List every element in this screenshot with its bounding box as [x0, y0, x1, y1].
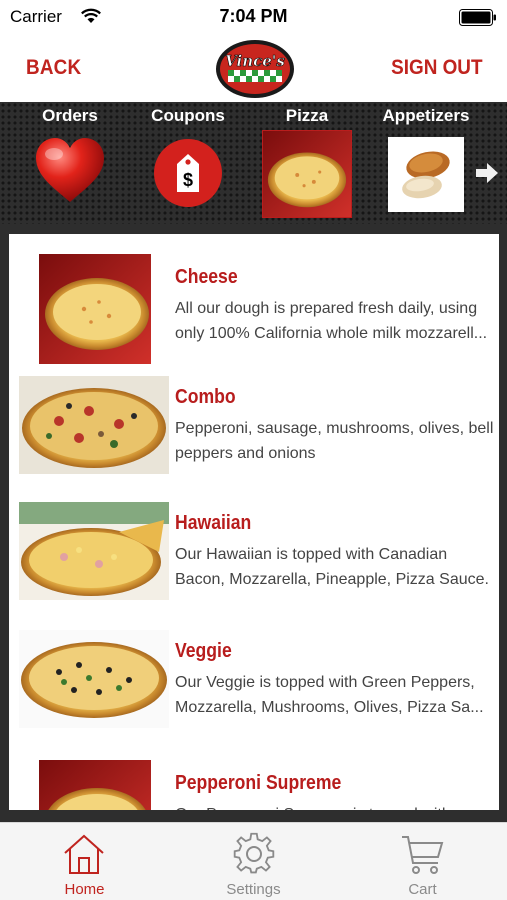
- cheese-pizza-image: [39, 254, 151, 364]
- menu-item-cheese[interactable]: Cheese All our dough is prepared fresh d…: [9, 242, 499, 364]
- menu-item-pepperoni-supreme[interactable]: Pepperoni Supreme Our Pepperoni Supreme …: [9, 750, 499, 810]
- appetizer-image: [388, 137, 464, 212]
- tab-cart[interactable]: Cart: [338, 823, 507, 900]
- pizza-image: [262, 130, 352, 218]
- status-bar: Carrier 7:04 PM: [0, 0, 507, 36]
- menu-item-veggie[interactable]: Veggie Our Veggie is topped with Green P…: [9, 622, 499, 742]
- clock: 7:04 PM: [219, 6, 288, 26]
- tab-home[interactable]: Home: [0, 823, 169, 900]
- combo-pizza-image: [19, 376, 169, 474]
- hawaiian-pizza-image: [19, 502, 169, 600]
- category-pizza[interactable]: Pizza: [257, 102, 357, 224]
- back-button[interactable]: BACK: [26, 56, 81, 80]
- menu-item-description: All our dough is prepared fresh daily, u…: [175, 300, 488, 342]
- menu-item-description: Our Hawaiian is topped with Canadian Bac…: [175, 546, 489, 588]
- home-icon: [64, 834, 104, 874]
- category-strip: Orders Coupons $ Pizza Appetizers: [0, 102, 507, 224]
- pepperoni-supreme-pizza-image: [39, 760, 151, 810]
- header: BACK Vince's SIGN OUT: [0, 36, 507, 102]
- tab-settings[interactable]: Settings: [169, 823, 338, 900]
- category-label: Orders: [42, 106, 98, 125]
- cart-icon: [402, 836, 444, 874]
- menu-list: Cheese All our dough is prepared fresh d…: [9, 234, 499, 810]
- menu-item-description: Our Pepperoni Supreme is topped with: [175, 802, 497, 810]
- category-label: Coupons: [151, 106, 225, 125]
- category-coupons[interactable]: Coupons $: [138, 102, 238, 224]
- price-tag-icon: $: [154, 139, 222, 207]
- menu-item-title: Cheese: [175, 266, 238, 288]
- tab-label: Home: [64, 881, 105, 898]
- tab-label: Settings: [226, 881, 281, 898]
- menu-item-description: Pepperoni, sausage, mushrooms, olives, b…: [175, 420, 494, 462]
- menu-list-frame: Cheese All our dough is prepared fresh d…: [0, 224, 507, 822]
- menu-item-title: Hawaiian: [175, 512, 252, 534]
- category-label: Appetizers: [382, 106, 470, 125]
- battery-icon: [459, 9, 496, 26]
- veggie-pizza-image: [19, 630, 169, 728]
- gear-icon: [233, 832, 275, 874]
- category-label: Pizza: [285, 106, 329, 125]
- category-orders[interactable]: Orders: [20, 102, 120, 224]
- menu-item-description: Our Veggie is topped with Green Peppers,…: [175, 674, 484, 716]
- next-arrow-icon[interactable]: [474, 160, 500, 186]
- heart-icon: [36, 138, 104, 202]
- menu-item-title: Veggie: [175, 640, 232, 662]
- vinces-logo: Vince's: [216, 40, 294, 98]
- menu-item-combo[interactable]: Combo Pepperoni, sausage, mushrooms, oli…: [9, 368, 499, 488]
- svg-text:Vince's: Vince's: [225, 52, 285, 70]
- category-appetizers[interactable]: Appetizers: [376, 102, 476, 224]
- sign-out-button[interactable]: SIGN OUT: [392, 56, 483, 80]
- tab-bar: Home Settings Cart: [0, 822, 507, 900]
- tab-label: Cart: [408, 881, 437, 898]
- svg-text:$: $: [183, 170, 193, 190]
- menu-item-title: Combo: [175, 386, 236, 408]
- menu-item-hawaiian[interactable]: Hawaiian Our Hawaiian is topped with Can…: [9, 494, 499, 614]
- menu-item-title: Pepperoni Supreme: [175, 772, 342, 794]
